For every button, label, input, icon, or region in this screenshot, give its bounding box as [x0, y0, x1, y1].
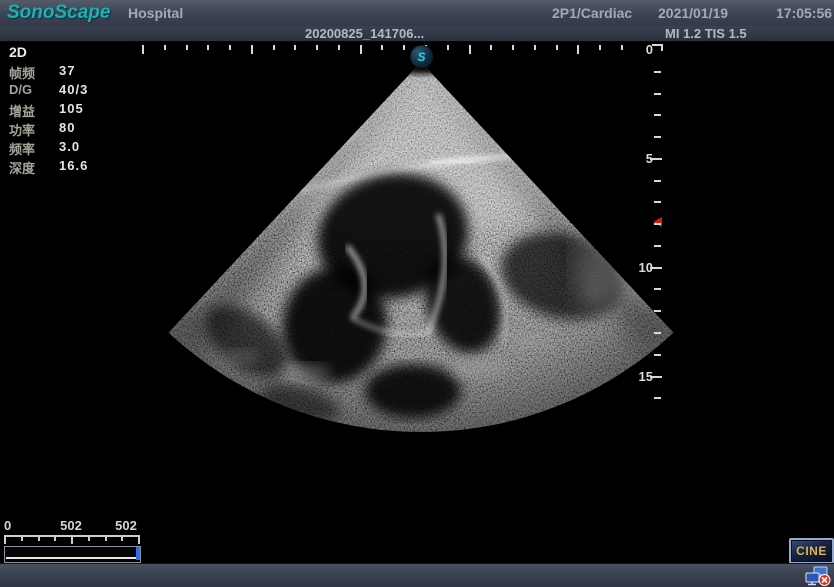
ruler-tick — [512, 45, 514, 50]
depth-ruler: 051015 — [632, 41, 666, 441]
ruler-tick — [650, 158, 662, 160]
status-bar — [0, 563, 834, 587]
ruler-tick — [654, 180, 661, 182]
param-row-gain: 增益 105 — [9, 101, 139, 120]
ruler-tick — [88, 537, 90, 541]
ruler-tick — [652, 44, 663, 51]
param-label: 深度 — [9, 158, 35, 177]
ruler-tick — [654, 71, 661, 73]
ruler-tick — [142, 45, 144, 54]
ruler-tick — [186, 45, 188, 50]
ruler-tick — [650, 376, 662, 378]
acoustic-output-label: MI 1.2 TIS 1.5 — [665, 26, 747, 41]
cine-scale-start: 0 — [4, 518, 11, 533]
time-label: 17:05:56 — [776, 5, 832, 21]
probe-orientation-icon: S — [410, 45, 433, 68]
cine-button[interactable]: CINE — [789, 538, 834, 564]
param-value: 80 — [59, 120, 75, 135]
ruler-tick — [599, 45, 601, 50]
ruler-label: 0 — [629, 42, 653, 58]
param-value: 16.6 — [59, 158, 88, 173]
ruler-tick — [121, 537, 123, 541]
ruler-tick — [654, 354, 661, 356]
param-label: 增益 — [9, 101, 35, 120]
cine-position-marker[interactable] — [136, 547, 140, 560]
ultrasound-screen: SonoScape Hospital 2P1/Cardiac 2021/01/1… — [0, 0, 834, 587]
ruler-tick — [21, 537, 23, 541]
ruler-tick — [338, 45, 340, 50]
param-row-depth: 深度 16.6 — [9, 158, 139, 177]
ruler-tick — [654, 223, 661, 225]
ruler-tick — [138, 537, 140, 544]
param-value: 3.0 — [59, 139, 80, 154]
ruler-tick — [273, 45, 275, 50]
ruler-tick — [654, 310, 661, 312]
cine-scale-end: 502 — [115, 518, 137, 533]
param-row-power: 功率 80 — [9, 120, 139, 139]
preset-label: 2P1/Cardiac — [552, 5, 632, 21]
ruler-tick — [4, 537, 6, 544]
ruler-tick — [490, 45, 492, 50]
param-row-frequency: 频率 3.0 — [9, 139, 139, 158]
ruler-tick — [403, 45, 405, 50]
network-disconnected-icon — [804, 566, 831, 586]
ruler-tick — [654, 397, 661, 399]
param-value: 40/3 — [59, 82, 88, 97]
focus-depth-marker left-triangle-icon — [653, 217, 662, 227]
ruler-tick — [71, 537, 73, 544]
ruler-tick — [360, 45, 362, 54]
ruler-tick — [469, 45, 471, 54]
probe-marker-letter: S — [417, 50, 425, 64]
ruler-tick — [54, 537, 56, 541]
ruler-tick — [654, 136, 661, 138]
ruler-tick — [105, 537, 107, 541]
param-row-dg: D/G 40/3 — [9, 82, 139, 101]
param-value: 37 — [59, 63, 75, 78]
exam-id-label: 20200825_141706... — [305, 26, 424, 41]
ruler-tick — [650, 267, 662, 269]
ruler-tick — [229, 45, 231, 50]
ruler-tick — [654, 245, 661, 247]
subheader-bar: 20200825_141706... MI 1.2 TIS 1.5 — [0, 26, 834, 42]
ruler-tick — [164, 45, 166, 50]
ruler-tick — [207, 45, 209, 50]
param-label: 频率 — [9, 139, 35, 158]
ruler-tick — [654, 288, 661, 290]
ruler-tick — [577, 45, 579, 54]
ruler-tick — [381, 45, 383, 50]
ruler-tick — [621, 45, 623, 50]
hospital-label: Hospital — [128, 5, 183, 21]
date-label: 2021/01/19 — [658, 5, 728, 21]
ruler-tick — [316, 45, 318, 50]
ruler-tick — [251, 45, 253, 54]
cine-bar-track — [6, 557, 139, 559]
param-label: 帧频 — [9, 63, 35, 82]
brand-logo: SonoScape — [7, 2, 110, 24]
cine-frame-scale: 0 502 502 — [4, 518, 144, 546]
ruler-tick — [447, 45, 449, 50]
ruler-tick — [38, 537, 40, 541]
param-row-framerate: 帧频 37 — [9, 63, 139, 82]
ruler-tick — [654, 201, 661, 203]
ruler-tick — [534, 45, 536, 50]
param-value: 105 — [59, 101, 84, 116]
header-bar: SonoScape Hospital 2P1/Cardiac 2021/01/1… — [0, 0, 834, 26]
ruler-tick — [654, 114, 661, 116]
ruler-tick — [294, 45, 296, 50]
ruler-tick — [556, 45, 558, 50]
ruler-tick — [654, 93, 661, 95]
param-label: D/G — [9, 82, 32, 97]
ruler-tick — [654, 332, 661, 334]
param-label: 功率 — [9, 120, 35, 139]
cine-progress-bar[interactable] — [4, 546, 141, 563]
cine-scale-mid: 502 — [60, 518, 82, 533]
